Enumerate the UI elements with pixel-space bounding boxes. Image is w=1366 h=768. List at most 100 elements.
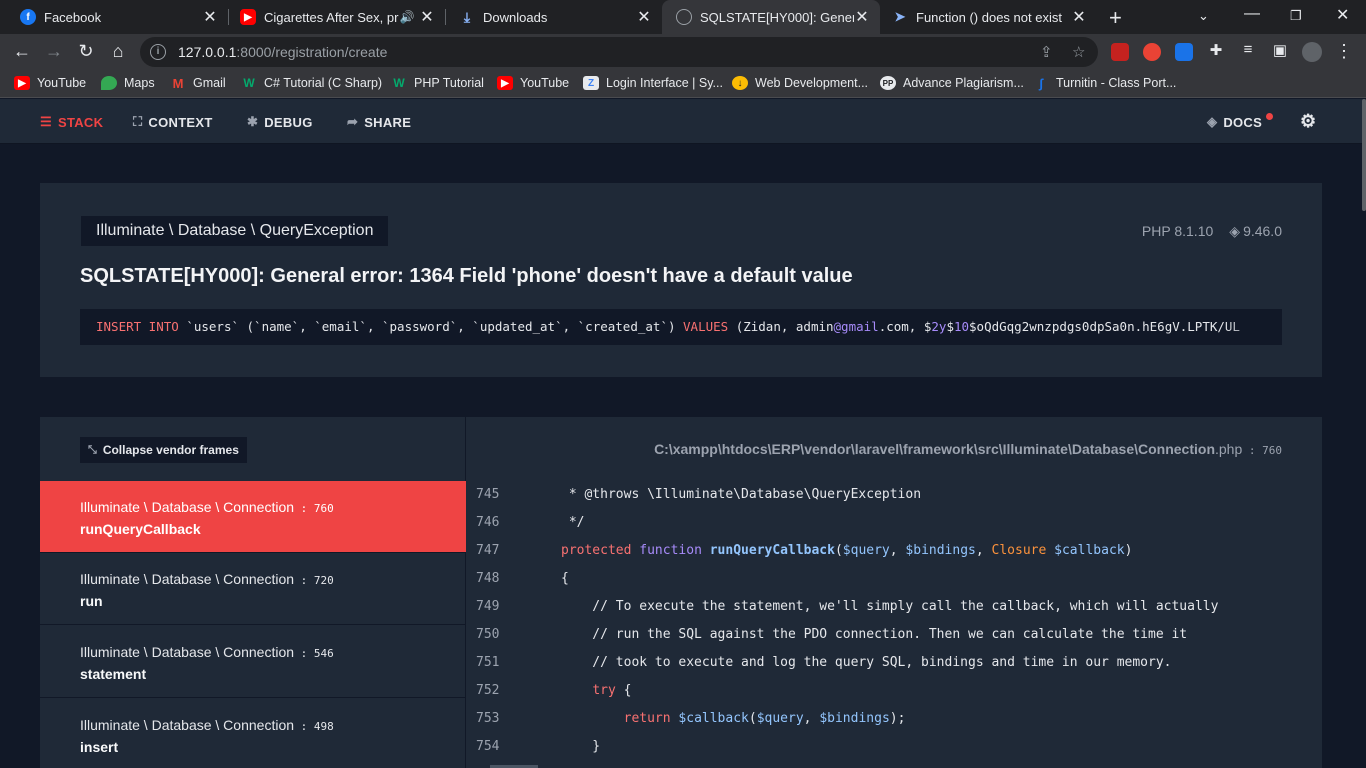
adblock-icon[interactable] xyxy=(1143,43,1161,61)
code-keyword: return xyxy=(623,711,671,726)
code-line: 750 // run the SQL against the PDO conne… xyxy=(467,621,1322,649)
site-info-icon[interactable]: i xyxy=(150,44,166,60)
bookmark-maps[interactable]: Maps xyxy=(101,76,155,90)
file-path[interactable]: C:\xampp\htdocs\ERP\vendor\laravel\frame… xyxy=(654,441,1282,457)
globe-icon xyxy=(676,9,692,25)
bookmark-gmail[interactable]: M Gmail xyxy=(170,76,226,91)
stack-frame[interactable]: Illuminate \ Database \ Connection : 498… xyxy=(40,699,466,768)
tab-youtube-music[interactable]: ▶ Cigarettes After Sex, priv 🔊 ✕ xyxy=(228,0,445,34)
nav-context[interactable]: ⛶ CONTEXT xyxy=(133,114,213,130)
bookmark-login-interface[interactable]: Z Login Interface | Sy... xyxy=(583,76,723,90)
tab-title: Cigarettes After Sex, priv xyxy=(264,9,399,25)
sql-keyword: VALUES xyxy=(683,319,729,334)
sql-overflow-fade xyxy=(1222,309,1282,345)
tab-downloads[interactable]: ⤓ Downloads ✕ xyxy=(445,0,662,34)
address-bar[interactable]: i 127.0.0.1:8000/registration/create ⇪ ☆ xyxy=(140,37,1098,67)
download-icon: ⤓ xyxy=(463,8,471,25)
back-icon[interactable]: ← xyxy=(11,41,33,62)
menu-kebab-icon[interactable]: ⋮ xyxy=(1333,41,1355,62)
tab-active-error[interactable]: SQLSTATE[HY000]: General er ✕ xyxy=(662,0,880,34)
sql-text: .com, $ xyxy=(878,319,932,334)
code-variable: $bindings xyxy=(819,711,890,726)
code-text: } xyxy=(561,739,601,754)
sql-keyword: INSERT INTO xyxy=(96,319,179,334)
file-path-text: C:\xampp\htdocs\ERP\vendor\laravel\frame… xyxy=(654,441,1215,457)
bookmark-label: Turnitin - Class Port... xyxy=(1056,76,1177,90)
minimize-icon[interactable]: — xyxy=(1244,5,1260,23)
bookmark-youtube-2[interactable]: ▶ YouTube xyxy=(497,76,569,90)
collapse-vendor-frames-button[interactable]: ⤡ Collapse vendor frames xyxy=(80,437,247,463)
page-scrollbar[interactable] xyxy=(1362,99,1366,211)
tab-function-error[interactable]: ➤ Function () does not exist ✕ xyxy=(880,0,1097,34)
code-line: 747 protected function runQueryCallback($… xyxy=(467,537,1322,565)
close-tab-icon[interactable]: ✕ xyxy=(419,7,435,27)
bookmark-plagiarism[interactable]: PP Advance Plagiarism... xyxy=(880,76,1024,90)
code-keyword: try xyxy=(592,683,616,698)
profile-avatar[interactable] xyxy=(1302,42,1322,62)
ignition-error-page: ☰ STACK ⛶ CONTEXT ✱ DEBUG ➦ SHARE ◈ DOCS ⚙ Il… xyxy=(0,99,1366,768)
close-tab-icon[interactable]: ✕ xyxy=(202,7,218,27)
nav-debug-label: DEBUG xyxy=(264,114,313,130)
stack-frame[interactable]: Illuminate \ Database \ Connection : 720… xyxy=(40,553,466,625)
extension-off-icon[interactable] xyxy=(1111,43,1129,61)
version-info: PHP 8.1.10 ◈ 9.46.0 xyxy=(1142,223,1282,240)
tab-title: Facebook xyxy=(44,9,102,25)
bookmark-star-icon[interactable]: ☆ xyxy=(1072,43,1085,61)
forward-icon[interactable]: → xyxy=(43,41,65,62)
sql-text: (Zidan, admin xyxy=(728,319,834,334)
close-tab-icon[interactable]: ✕ xyxy=(854,7,870,27)
bookmark-csharp-tutorial[interactable]: W C# Tutorial (C Sharp) xyxy=(241,76,382,90)
bookmark-youtube[interactable]: ▶ YouTube xyxy=(14,76,86,90)
bookmark-web-development[interactable]: ↓ Web Development... xyxy=(732,76,868,90)
bookmark-php-tutorial[interactable]: W PHP Tutorial xyxy=(391,76,484,90)
code-class-name: Closure xyxy=(991,543,1047,558)
nav-docs[interactable]: ◈ DOCS xyxy=(1207,114,1262,130)
stack-frame[interactable]: Illuminate \ Database \ Connection : 546… xyxy=(40,626,466,698)
file-extension: .php xyxy=(1215,441,1243,457)
context-expand-icon: ⛶ xyxy=(133,114,143,129)
close-tab-icon[interactable]: ✕ xyxy=(1071,7,1087,27)
bookmark-turnitin[interactable]: ʃ Turnitin - Class Port... xyxy=(1033,76,1177,91)
chevron-down-icon[interactable]: ⌄ xyxy=(1198,8,1209,24)
code-keyword: protected xyxy=(561,543,632,558)
bookmark-label: Gmail xyxy=(193,76,226,90)
line-number: 752 xyxy=(476,683,500,698)
line-number: 750 xyxy=(476,627,500,642)
frame-class: Illuminate \ Database \ Connection xyxy=(80,571,295,587)
bookmark-label: Maps xyxy=(124,76,155,90)
code-punct: { xyxy=(615,683,632,698)
nav-stack[interactable]: ☰ STACK xyxy=(40,114,103,130)
restore-icon[interactable]: ❐ xyxy=(1290,8,1302,24)
stack-frame[interactable]: Illuminate \ Database \ Connection : 760… xyxy=(40,481,466,553)
home-icon[interactable]: ⌂ xyxy=(107,41,129,62)
nav-share[interactable]: ➦ SHARE xyxy=(347,114,411,130)
tab-facebook[interactable]: f Facebook ✕ xyxy=(0,0,228,34)
bookmark-label: Web Development... xyxy=(755,76,869,90)
code-snippet: 745 * @throws \Illuminate\Database\Query… xyxy=(467,481,1322,761)
reload-icon[interactable]: ↻ xyxy=(75,41,97,62)
frame-line: 546 xyxy=(313,647,334,660)
tab-title: SQLSTATE[HY000]: General er xyxy=(700,9,854,25)
url-text[interactable]: 127.0.0.1:8000/registration/create xyxy=(178,44,387,60)
settings-gear-icon[interactable]: ⚙ xyxy=(1300,111,1316,132)
bookmarks-bar: ▶ YouTube Maps M Gmail W C# Tutorial (C Sha… xyxy=(0,70,1366,98)
code-line: 754 } xyxy=(467,733,1322,761)
new-tab-icon[interactable]: + xyxy=(1109,5,1122,31)
stack-trace-card: ⤡ Collapse vendor frames Illuminate \ Dat… xyxy=(40,417,1322,768)
code-line: 752 try { xyxy=(467,677,1322,705)
extensions-puzzle-icon[interactable]: ✚ xyxy=(1205,41,1227,59)
nav-debug[interactable]: ✱ DEBUG xyxy=(247,114,313,130)
web-dev-icon: ↓ xyxy=(732,76,748,90)
share-arrow-icon: ➦ xyxy=(347,114,359,129)
media-queue-icon[interactable]: ≡ xyxy=(1237,41,1259,58)
youtube-icon: ▶ xyxy=(497,76,513,90)
youtube-icon: ▶ xyxy=(240,9,256,25)
close-window-icon[interactable]: ✕ xyxy=(1336,5,1349,25)
speaker-icon[interactable]: 🔊 xyxy=(399,10,415,24)
share-icon[interactable]: ⇪ xyxy=(1040,43,1053,61)
side-panel-icon[interactable]: ▣ xyxy=(1269,41,1291,59)
frame-class: Illuminate \ Database \ Connection xyxy=(80,499,295,515)
close-tab-icon[interactable]: ✕ xyxy=(636,7,652,27)
laravel-version: ◈ 9.46.0 xyxy=(1229,223,1282,240)
extension-f-icon[interactable] xyxy=(1175,43,1193,61)
